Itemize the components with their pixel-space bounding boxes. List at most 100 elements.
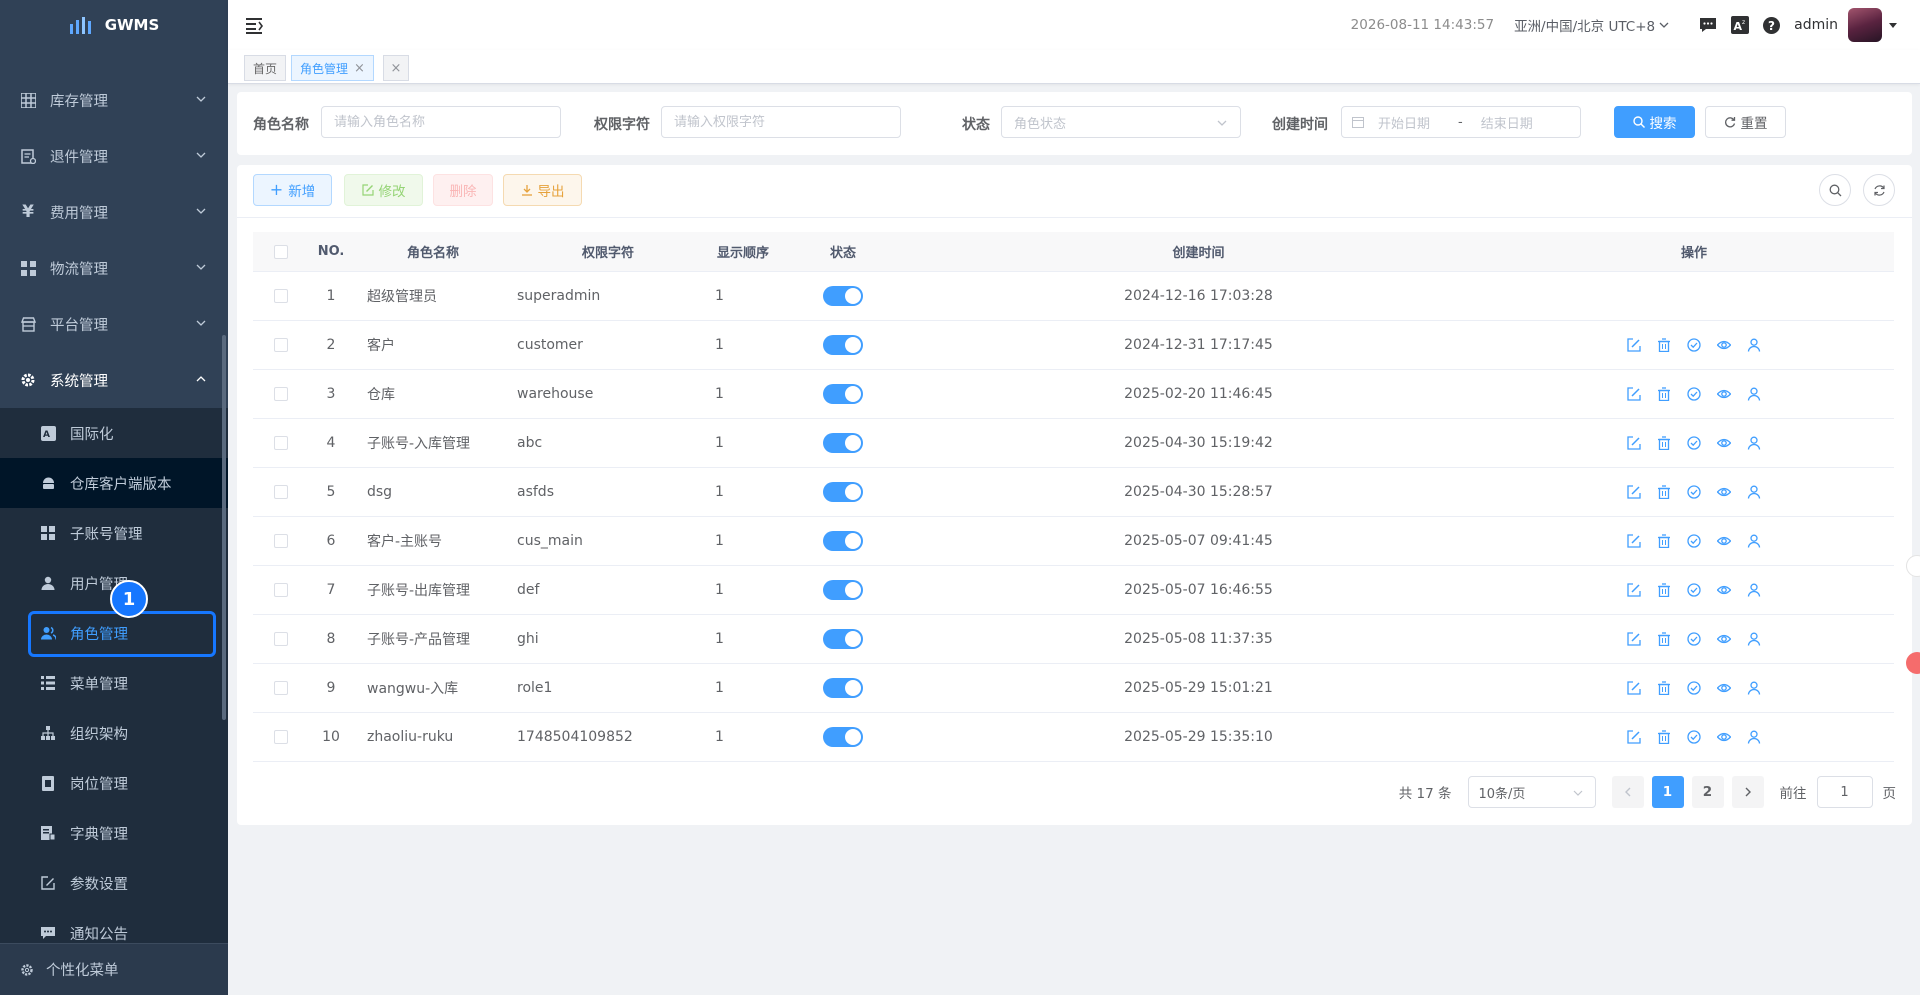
user-icon[interactable] <box>1747 583 1761 597</box>
eye-icon[interactable] <box>1717 338 1731 352</box>
check-circle-icon[interactable] <box>1687 387 1701 401</box>
close-all-tabs-button[interactable]: × <box>383 55 409 81</box>
delete-icon[interactable] <box>1657 436 1671 450</box>
status-switch[interactable] <box>823 335 863 355</box>
edit-icon[interactable] <box>1627 338 1641 352</box>
status-select[interactable]: 角色状态 <box>1001 106 1241 138</box>
edit-button[interactable]: 修改 <box>344 174 423 206</box>
delete-icon[interactable] <box>1657 485 1671 499</box>
user-icon[interactable] <box>1747 632 1761 646</box>
page-1-button[interactable]: 1 <box>1651 776 1684 808</box>
check-circle-icon[interactable] <box>1687 436 1701 450</box>
menu-system[interactable]: 系统管理 <box>0 352 228 408</box>
select-all-checkbox[interactable] <box>274 244 288 259</box>
delete-icon[interactable] <box>1657 681 1671 695</box>
delete-icon[interactable] <box>1657 730 1671 744</box>
eye-icon[interactable] <box>1717 534 1731 548</box>
sidebar-item-subaccounts[interactable]: 子账号管理 <box>0 508 228 558</box>
user-icon[interactable] <box>1747 730 1761 744</box>
delete-button[interactable]: 删除 <box>433 174 493 206</box>
row-checkbox[interactable] <box>274 632 288 646</box>
status-switch[interactable] <box>823 433 863 453</box>
goto-page-input[interactable] <box>1816 776 1873 808</box>
perm-key-input[interactable] <box>661 106 901 138</box>
username[interactable]: admin <box>1794 17 1838 33</box>
status-switch[interactable] <box>823 727 863 747</box>
row-checkbox[interactable] <box>274 289 288 303</box>
row-checkbox[interactable] <box>274 730 288 744</box>
timezone-select[interactable]: 亚洲/中国/北京 UTC+8 <box>1514 15 1669 35</box>
export-button[interactable]: 导出 <box>503 174 582 206</box>
reset-button[interactable]: 重置 <box>1705 106 1786 138</box>
row-checkbox[interactable] <box>274 485 288 499</box>
delete-icon[interactable] <box>1657 632 1671 646</box>
row-checkbox[interactable] <box>274 436 288 450</box>
delete-icon[interactable] <box>1657 534 1671 548</box>
refresh-button[interactable] <box>1863 174 1895 206</box>
status-switch[interactable] <box>823 580 863 600</box>
personalize-menu[interactable]: 个性化菜单 <box>0 943 228 995</box>
sidebar-item-i18n[interactable]: A 国际化 <box>0 408 228 458</box>
help-icon[interactable]: ? <box>1763 16 1781 34</box>
prev-page-button[interactable] <box>1611 776 1644 808</box>
add-button[interactable]: + 新增 <box>253 174 332 206</box>
user-icon[interactable] <box>1747 338 1761 352</box>
end-date-placeholder[interactable]: 结束日期 <box>1481 113 1533 132</box>
message-icon[interactable] <box>1699 16 1717 34</box>
caret-down-icon[interactable] <box>1888 20 1898 30</box>
menu-inventory[interactable]: 库存管理 <box>0 72 228 128</box>
user-icon[interactable] <box>1747 485 1761 499</box>
close-icon[interactable]: × <box>354 61 365 76</box>
avatar[interactable] <box>1848 8 1882 42</box>
edit-icon[interactable] <box>1627 730 1641 744</box>
user-icon[interactable] <box>1747 681 1761 695</box>
eye-icon[interactable] <box>1717 632 1731 646</box>
hamburger-icon[interactable] <box>244 15 264 35</box>
edit-icon[interactable] <box>1627 583 1641 597</box>
sidebar-item-roles[interactable]: 角色管理 <box>0 608 228 658</box>
app-logo[interactable]: GWMS <box>0 0 228 50</box>
start-date-placeholder[interactable]: 开始日期 <box>1378 113 1448 132</box>
user-icon[interactable] <box>1747 436 1761 450</box>
user-icon[interactable] <box>1747 534 1761 548</box>
edit-icon[interactable] <box>1627 681 1641 695</box>
menu-logistics[interactable]: 物流管理 <box>0 240 228 296</box>
page-2-button[interactable]: 2 <box>1691 776 1724 808</box>
menu-returns[interactable]: 退件管理 <box>0 128 228 184</box>
eye-icon[interactable] <box>1717 436 1731 450</box>
sidebar-item-menus[interactable]: 菜单管理 <box>0 658 228 708</box>
status-switch[interactable] <box>823 629 863 649</box>
status-switch[interactable] <box>823 482 863 502</box>
translate-icon[interactable]: Az <box>1731 16 1750 34</box>
delete-icon[interactable] <box>1657 583 1671 597</box>
delete-icon[interactable] <box>1657 387 1671 401</box>
sidebar-item-posts[interactable]: 岗位管理 <box>0 758 228 808</box>
edit-icon[interactable] <box>1627 485 1641 499</box>
check-circle-icon[interactable] <box>1687 681 1701 695</box>
eye-icon[interactable] <box>1717 387 1731 401</box>
user-icon[interactable] <box>1747 387 1761 401</box>
check-circle-icon[interactable] <box>1687 534 1701 548</box>
sidebar-item-client-version[interactable]: 仓库客户端版本 <box>0 458 228 508</box>
next-page-button[interactable] <box>1731 776 1764 808</box>
eye-icon[interactable] <box>1717 730 1731 744</box>
check-circle-icon[interactable] <box>1687 632 1701 646</box>
row-checkbox[interactable] <box>274 681 288 695</box>
search-button[interactable]: 搜索 <box>1614 106 1695 138</box>
delete-icon[interactable] <box>1657 338 1671 352</box>
status-switch[interactable] <box>823 286 863 306</box>
row-checkbox[interactable] <box>274 338 288 352</box>
menu-fees[interactable]: ¥ 费用管理 <box>0 184 228 240</box>
tab-roles[interactable]: 角色管理 × <box>291 55 374 81</box>
row-checkbox[interactable] <box>274 534 288 548</box>
eye-icon[interactable] <box>1717 485 1731 499</box>
check-circle-icon[interactable] <box>1687 583 1701 597</box>
tab-home[interactable]: 首页 <box>244 55 287 81</box>
eye-icon[interactable] <box>1717 583 1731 597</box>
menu-platform[interactable]: 平台管理 <box>0 296 228 352</box>
sidebar-item-params[interactable]: 参数设置 <box>0 858 228 908</box>
page-size-select[interactable]: 10条/页 <box>1467 776 1596 808</box>
date-range-picker[interactable]: 开始日期 - 结束日期 <box>1341 106 1581 138</box>
sidebar-scrollbar[interactable] <box>222 335 226 720</box>
status-switch[interactable] <box>823 531 863 551</box>
